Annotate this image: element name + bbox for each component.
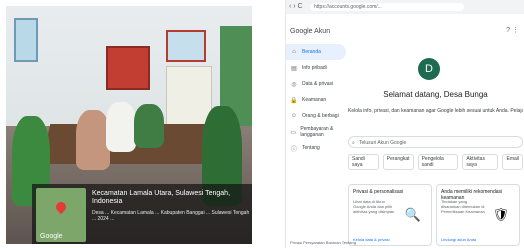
chip[interactable]: Perangkat bbox=[382, 154, 414, 170]
card-title: Privasi & personalisasi bbox=[353, 189, 404, 195]
chip[interactable]: Email bbox=[502, 154, 523, 170]
browser-toolbar: ‹ › C https://accounts.google.com/... bbox=[286, 0, 524, 14]
sidebar-item-label: Data & privasi bbox=[302, 81, 334, 87]
geotag-details: Desa ... Kecamatan Lamala ... Kabupaten … bbox=[92, 210, 250, 222]
payment-icon: ▭ bbox=[290, 129, 296, 136]
photo-person bbox=[134, 104, 164, 148]
sidebar-item-pembayaran[interactable]: ▭ Pembayaran & langganan bbox=[286, 124, 346, 140]
nav-buttons[interactable]: ‹ › C bbox=[289, 3, 303, 10]
sidebar-item-label: Tentang bbox=[302, 145, 320, 151]
browser-screenshot: ‹ › C https://accounts.google.com/... Go… bbox=[285, 0, 524, 248]
sidebar-item-orang[interactable]: ☺ Orang & berbagi bbox=[286, 108, 346, 124]
quick-chips: Sandi saya Perangkat Pengelola sandi Akt… bbox=[348, 154, 523, 170]
security-icon: 🔒 bbox=[290, 97, 298, 104]
top-icons[interactable]: ? ⋮ bbox=[506, 26, 519, 34]
photo-person bbox=[106, 102, 136, 152]
info-icon: ⓘ bbox=[290, 146, 297, 153]
field-photo: Google Kecamatan Lamala Utara, Sulawesi … bbox=[6, 6, 252, 244]
sidebar-item-info-pribadi[interactable]: ▤ Info pribadi bbox=[286, 60, 346, 76]
address-bar[interactable]: https://accounts.google.com/... bbox=[310, 3, 464, 11]
sidebar-item-label: Orang & berbagi bbox=[302, 113, 339, 119]
photo-window bbox=[14, 18, 38, 62]
search-placeholder: Telusuri Akun Google bbox=[359, 140, 407, 146]
chip[interactable]: Sandi saya bbox=[348, 154, 379, 170]
people-icon: ☺ bbox=[290, 113, 298, 119]
google-logo: Google bbox=[40, 233, 63, 240]
sidebar-item-label: Keamanan bbox=[302, 97, 327, 103]
card-link[interactable]: Lindungi akun Anda bbox=[441, 237, 476, 242]
sidebar-item-label: Pembayaran & langganan bbox=[300, 126, 334, 138]
photo-person bbox=[76, 110, 110, 170]
map-pin-icon bbox=[53, 199, 69, 215]
data-icon: ◎ bbox=[291, 81, 297, 88]
geotag-overlay: Google Kecamatan Lamala Utara, Sulawesi … bbox=[32, 184, 252, 244]
photo-window bbox=[166, 30, 206, 62]
sidebar-item-data-privasi[interactable]: ◎ Data & privasi bbox=[286, 76, 346, 92]
sidebar-item-beranda[interactable]: ⌂ Beranda bbox=[286, 44, 346, 60]
chip[interactable]: Aktivitas saya bbox=[462, 154, 499, 170]
sidebar: ⌂ Beranda ▤ Info pribadi ◎ Data & privasi 🔒… bbox=[286, 44, 346, 156]
brand-logo: Google Akun bbox=[290, 28, 331, 35]
geotag-map: Google bbox=[36, 188, 86, 242]
security-card[interactable]: Anda memiliki rekomendasi keamanan Tinda… bbox=[436, 184, 520, 246]
geotag-title: Kecamatan Lamala Utara, Sulawesi Tengah,… bbox=[92, 190, 231, 205]
chip[interactable]: Pengelola sandi bbox=[417, 154, 459, 170]
search-icon: ⌕ bbox=[352, 140, 355, 146]
card-description: Lihat data di Akun Google Anda dan pilih… bbox=[353, 199, 395, 214]
sidebar-item-label: Info pribadi bbox=[302, 65, 327, 71]
sidebar-item-keamanan[interactable]: 🔒 Keamanan bbox=[286, 92, 346, 108]
main-content: D Selamat datang, Desa Bunga Kelola info… bbox=[346, 44, 524, 248]
privacy-icon: 🔍 bbox=[404, 207, 421, 222]
home-icon: ⌂ bbox=[292, 49, 296, 55]
welcome-subtitle: Kelola info, privasi, dan keamanan agar … bbox=[348, 108, 523, 114]
avatar[interactable]: D bbox=[418, 58, 440, 80]
shield-icon: 🛡 bbox=[492, 207, 509, 222]
welcome-heading: Selamat datang, Desa Bunga bbox=[383, 90, 488, 99]
privacy-card[interactable]: Privasi & personalisasi Lihat data di Ak… bbox=[348, 184, 432, 246]
photo-poster bbox=[106, 46, 150, 90]
footer-links[interactable]: Privasi Persyaratan Bantuan Tentang bbox=[290, 240, 356, 245]
id-icon: ▤ bbox=[291, 65, 297, 72]
search-input[interactable]: ⌕ Telusuri Akun Google bbox=[348, 136, 523, 148]
sidebar-item-label: Beranda bbox=[302, 49, 321, 55]
card-link[interactable]: Kelola data & privasi bbox=[353, 237, 389, 242]
sidebar-item-tentang[interactable]: ⓘ Tentang bbox=[286, 140, 346, 156]
card-description: Tindakan yang disarankan ditemukan di Pe… bbox=[441, 199, 485, 214]
